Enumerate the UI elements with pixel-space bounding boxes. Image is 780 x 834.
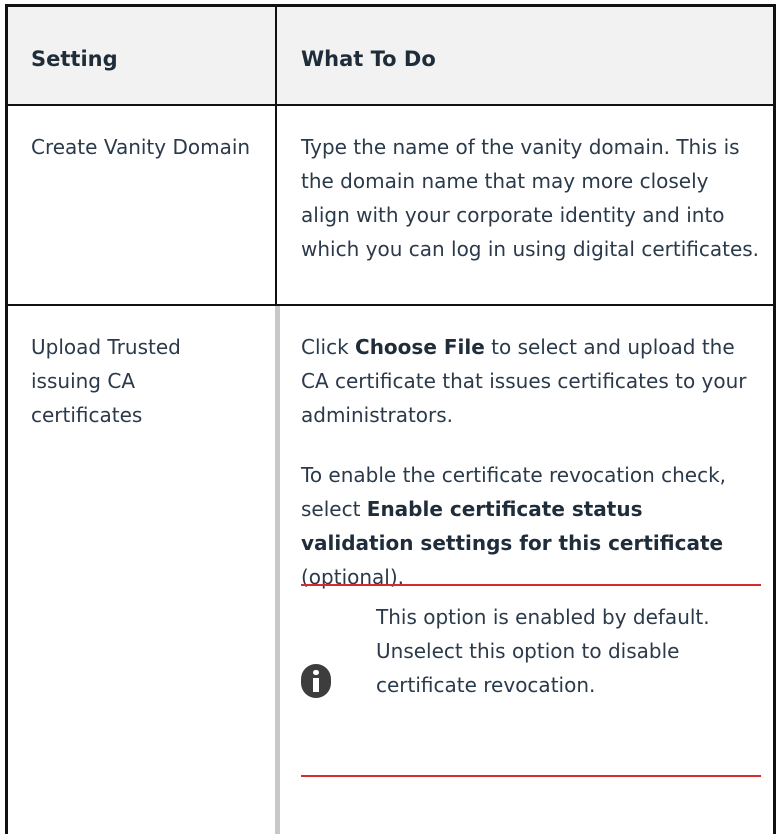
note-text: This option is enabled by default. Unsel… xyxy=(376,605,710,697)
column-divider xyxy=(275,306,280,834)
setting-cell: Create Vanity Domain xyxy=(31,135,251,159)
column-divider xyxy=(275,7,277,104)
what-to-do-paragraph: To enable the certificate revocation che… xyxy=(301,458,761,594)
table-row: Create Vanity Domain Type the name of th… xyxy=(8,106,773,306)
column-divider xyxy=(275,106,277,304)
info-icon xyxy=(301,664,331,698)
table-header-row: Setting What To Do xyxy=(8,7,773,106)
setting-cell: Upload Trusted issuing CA certificates xyxy=(31,335,181,427)
settings-table: Setting What To Do Create Vanity Domain … xyxy=(5,4,776,834)
what-to-do-cell: Type the name of the vanity domain. This… xyxy=(301,135,760,261)
info-note: This option is enabled by default. Unsel… xyxy=(301,584,761,777)
header-what-to-do: What To Do xyxy=(301,47,436,71)
info-icon-dot xyxy=(313,670,319,675)
what-to-do-paragraph: Click Choose File to select and upload t… xyxy=(301,330,761,432)
table-row: Upload Trusted issuing CA certificates C… xyxy=(8,306,773,834)
paragraph-text: Click xyxy=(301,335,356,359)
info-icon-bar xyxy=(313,678,319,692)
header-setting: Setting xyxy=(31,47,118,71)
choose-file-label: Choose File xyxy=(355,335,485,359)
